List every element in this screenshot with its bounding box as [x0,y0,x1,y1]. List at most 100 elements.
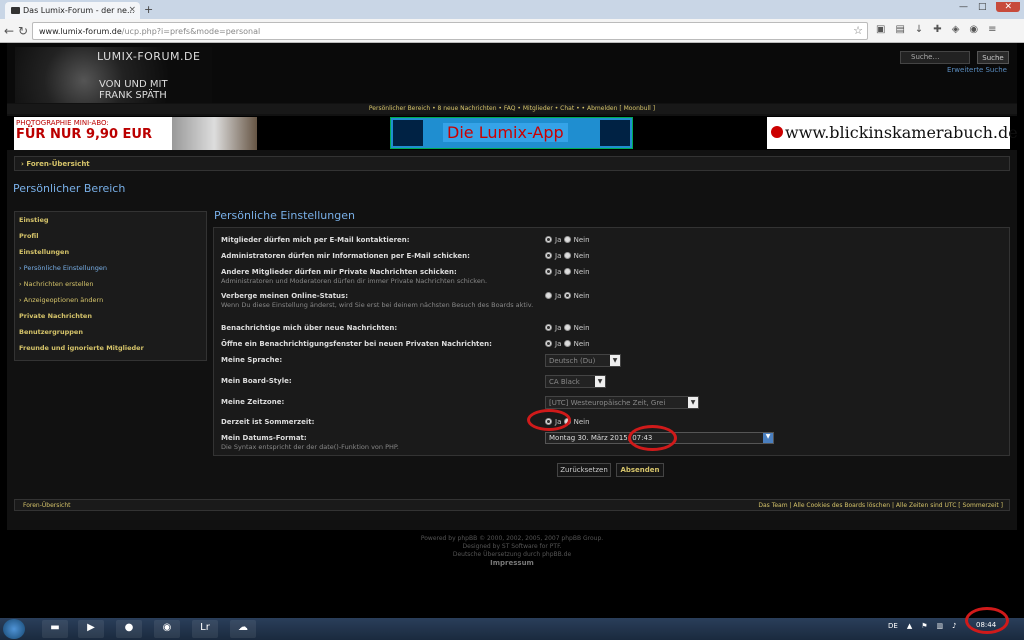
sidebar-item-pm[interactable]: Private Nachrichten [15,308,206,324]
app-icon[interactable]: ☁ [230,620,256,638]
setting-label: Mitglieder dürfen mich per E-Mail kontak… [221,236,410,244]
logo-title: LUMIX-FORUM.DE [97,50,201,63]
ext-icon[interactable]: ▤ [895,24,904,35]
search-button[interactable]: Suche [977,51,1009,64]
lightroom-icon[interactable]: Lr [192,620,218,638]
top-navbar[interactable]: Persönlicher Bereich • 8 neue Nachrichte… [7,104,1017,114]
radio-yes[interactable] [545,340,552,347]
setting-block: Verberge meinen Online-Status: Wenn Du di… [221,292,539,309]
back-button[interactable]: ← [4,24,14,38]
minimize-button[interactable]: — [959,2,968,12]
radio-yes[interactable] [545,236,552,243]
volume-icon[interactable]: ♪ [952,622,956,630]
section-title: Persönliche Einstellungen [214,209,355,222]
menu-icon[interactable]: ≡ [988,24,996,35]
media-player-icon[interactable]: ▶ [78,620,104,638]
firefox-icon[interactable]: ● [116,620,142,638]
ext-icon[interactable]: ▣ [876,24,885,35]
sidebar-subitem-nachrichten[interactable]: › Nachrichten erstellen [15,276,206,292]
submit-button[interactable]: Absenden [616,463,664,477]
url-domain: www.lumix-forum.de [39,27,122,36]
ucp-sidebar: Einstieg Profil Einstellungen › Persönli… [14,211,207,361]
radio-no-label: Nein [573,268,590,276]
bookmark-star-icon[interactable]: ☆ [853,24,863,37]
language-select[interactable]: Deutsch (Du) ▼ [545,354,621,367]
chevron-down-icon: ▼ [688,397,698,408]
sidebar-subitem-persoenlich[interactable]: › Persönliche Einstellungen [15,260,206,276]
impressum-link[interactable]: Impressum [0,559,1024,567]
browser-toolbar: ← ↻ www.lumix-forum.de/ucp.php?i=prefs&m… [0,19,1024,43]
sidebar-item-einstieg[interactable]: Einstieg [15,212,206,228]
annotation-circle [965,607,1009,634]
browser-tab-bar: Das Lumix-Forum - der ne... × + — □ ✕ [0,0,1024,19]
radio-no-label: Nein [573,340,590,348]
select-value: Deutsch (Du) [549,357,596,365]
setting-label: Mein Datums-Format: [221,434,307,442]
select-value: [UTC] Westeuropäische Zeit, Grei [549,399,666,407]
favicon-icon [11,7,20,14]
app-icon [600,120,630,146]
network-icon[interactable]: ▥ [937,622,944,630]
radio-no[interactable] [563,252,571,259]
download-icon[interactable]: ↓ [915,24,923,35]
ext-icon[interactable]: ✚ [933,24,941,35]
banner1-line1: PHOTOGRAPHIE MINI-ABO: [16,119,109,127]
chevron-down-icon: ▼ [610,355,620,366]
banner-blickinskamerabuch[interactable]: www.blickinskamerabuch.de [767,117,1018,149]
tab-title: Das Lumix-Forum - der ne... [23,6,135,15]
radio-no[interactable] [563,340,571,347]
search-input[interactable]: Suche… [900,51,970,64]
advanced-search-link[interactable]: Erweiterte Suche [947,66,1007,74]
radio-no[interactable] [563,292,571,299]
breadcrumb[interactable]: › Foren-Übersicht [14,156,1010,171]
ext-icon[interactable]: ◉ [969,24,978,35]
timezone-select[interactable]: [UTC] Westeuropäische Zeit, Grei ▼ [545,396,699,409]
reset-button[interactable]: Zurücksetzen [557,463,611,477]
sidebar-item-gruppen[interactable]: Benutzergruppen [15,324,206,340]
sidebar-subitem-anzeige[interactable]: › Anzeigeoptionen ändern [15,292,206,308]
radio-no[interactable] [563,324,571,331]
explorer-icon[interactable]: ▬ [42,620,68,638]
language-indicator[interactable]: DE [888,622,898,630]
radio-yes[interactable] [545,292,552,299]
banner-photographie[interactable]: PHOTOGRAPHIE MINI-ABO: FÜR NUR 9,90 EUR [14,117,257,150]
close-window-button[interactable]: ✕ [996,2,1020,12]
new-tab-button[interactable]: + [144,3,153,16]
sidebar-item-freunde[interactable]: Freunde und ignorierte Mitglieder [15,340,206,356]
maximize-button[interactable]: □ [978,2,987,12]
setting-desc: Administratoren und Moderatoren dürfen d… [221,277,488,285]
setting-block: Mein Datums-Format: Die Syntax entspricht… [221,434,399,451]
radio-no[interactable] [563,236,571,243]
chevron-down-icon: ▼ [763,433,773,443]
radio-group: Ja Nein [545,324,590,332]
tray-arrow-icon[interactable]: ▲ [907,622,912,630]
banner-lumix-app[interactable]: Die Lumix-App [390,117,633,149]
flag-icon[interactable]: ⚑ [921,622,927,630]
setting-label: Öffne ein Benachrichtigungsfenster bei n… [221,340,492,348]
chrome-icon[interactable]: ◉ [154,620,180,638]
setting-label: Benachrichtige mich über neue Nachrichte… [221,324,398,332]
start-button[interactable] [3,619,25,639]
footer-links[interactable]: Das Team | Alle Cookies des Boards lösch… [758,502,1003,509]
setting-label: Mein Board-Style: [221,377,292,385]
radio-yes[interactable] [545,268,552,275]
radio-no[interactable] [563,268,571,275]
radio-yes[interactable] [545,252,552,259]
sidebar-item-einstellungen[interactable]: Einstellungen [15,244,206,260]
tab-close-icon[interactable]: × [128,5,136,15]
radio-no-label: Nein [573,252,590,260]
ext-icon[interactable]: ◈ [952,24,960,35]
radio-yes[interactable] [545,324,552,331]
style-select[interactable]: CA Black ▼ [545,375,606,388]
page-title: Persönlicher Bereich [13,182,126,195]
address-bar[interactable]: www.lumix-forum.de/ucp.php?i=prefs&mode=… [32,22,868,40]
annotation-circle [527,409,571,431]
reload-button[interactable]: ↻ [18,24,28,38]
radio-yes-label: Ja [555,292,562,300]
radio-group: Ja Nein [545,292,590,300]
browser-tab[interactable]: Das Lumix-Forum - der ne... × [5,2,140,19]
footer-index-link[interactable]: Foren-Übersicht [23,502,71,509]
radio-group: Ja Nein [545,340,590,348]
sidebar-item-profil[interactable]: Profil [15,228,206,244]
forum-logo[interactable]: LUMIX-FORUM.DE VON UND MIT FRANK SPÄTH [15,47,212,103]
